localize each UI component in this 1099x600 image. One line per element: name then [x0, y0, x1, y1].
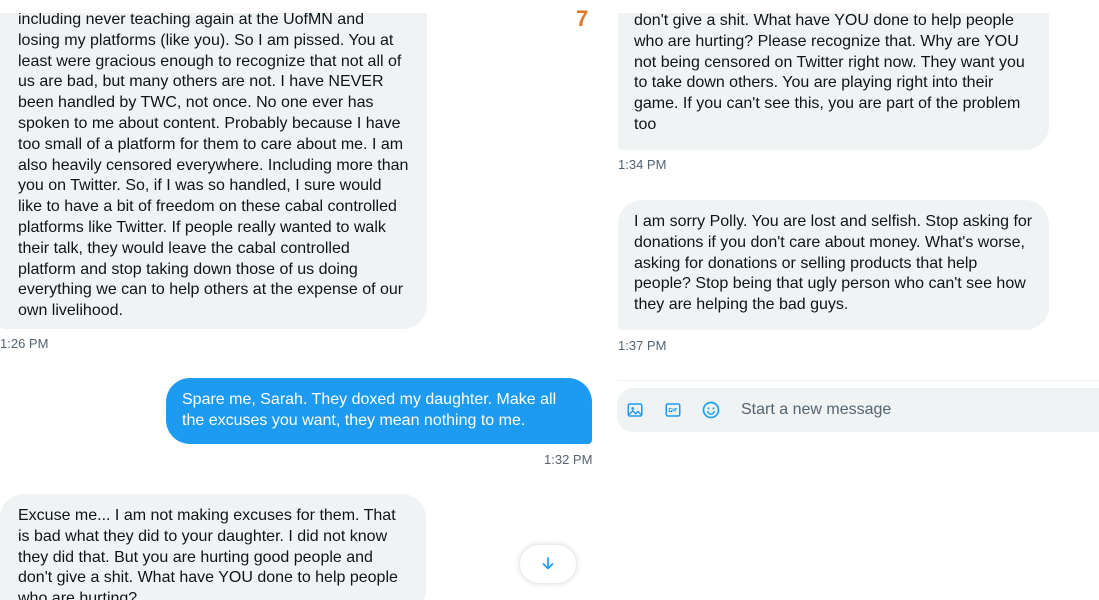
emoji-icon[interactable]: [701, 400, 721, 420]
composer-divider: [617, 380, 1099, 381]
annotation-number: 7: [576, 6, 589, 31]
message-bubble-sent: Spare me, Sarah. They doxed my daughter.…: [166, 378, 592, 444]
message-timestamp: 1:37 PM: [618, 338, 667, 353]
message-composer: [617, 388, 1099, 432]
message-timestamp: 1:34 PM: [618, 157, 667, 172]
image-icon[interactable]: [625, 400, 645, 420]
message-text: don't give a shit. What have YOU done to…: [634, 12, 1025, 133]
scroll-down-button[interactable]: [520, 545, 576, 583]
message-input[interactable]: [739, 400, 1043, 420]
conversation-panel-left: including never teaching again at the Uo…: [0, 0, 600, 600]
screenshot-top-edge: [0, 0, 600, 13]
screenshot-top-edge: [600, 0, 1099, 13]
message-text: including never teaching again at the Uo…: [18, 11, 409, 320]
message-text: I am sorry Polly. You are lost and selfi…: [634, 213, 1033, 314]
message-bubble-received: including never teaching again at the Uo…: [0, 0, 427, 329]
message-bubble-received: I am sorry Polly. You are lost and selfi…: [618, 200, 1049, 330]
gif-icon[interactable]: [663, 400, 683, 420]
message-text: Excuse me... I am not making excuses for…: [18, 507, 398, 600]
message-timestamp: 1:32 PM: [544, 452, 593, 467]
conversation-panel-right: don't give a shit. What have YOU done to…: [600, 0, 1099, 600]
arrow-down-icon: [542, 557, 554, 570]
message-bubble-received: don't give a shit. What have YOU done to…: [618, 0, 1049, 150]
message-text: Spare me, Sarah. They doxed my daughter.…: [182, 391, 557, 429]
message-timestamp: 1:26 PM: [0, 336, 49, 351]
message-bubble-received: Excuse me... I am not making excuses for…: [0, 494, 426, 600]
